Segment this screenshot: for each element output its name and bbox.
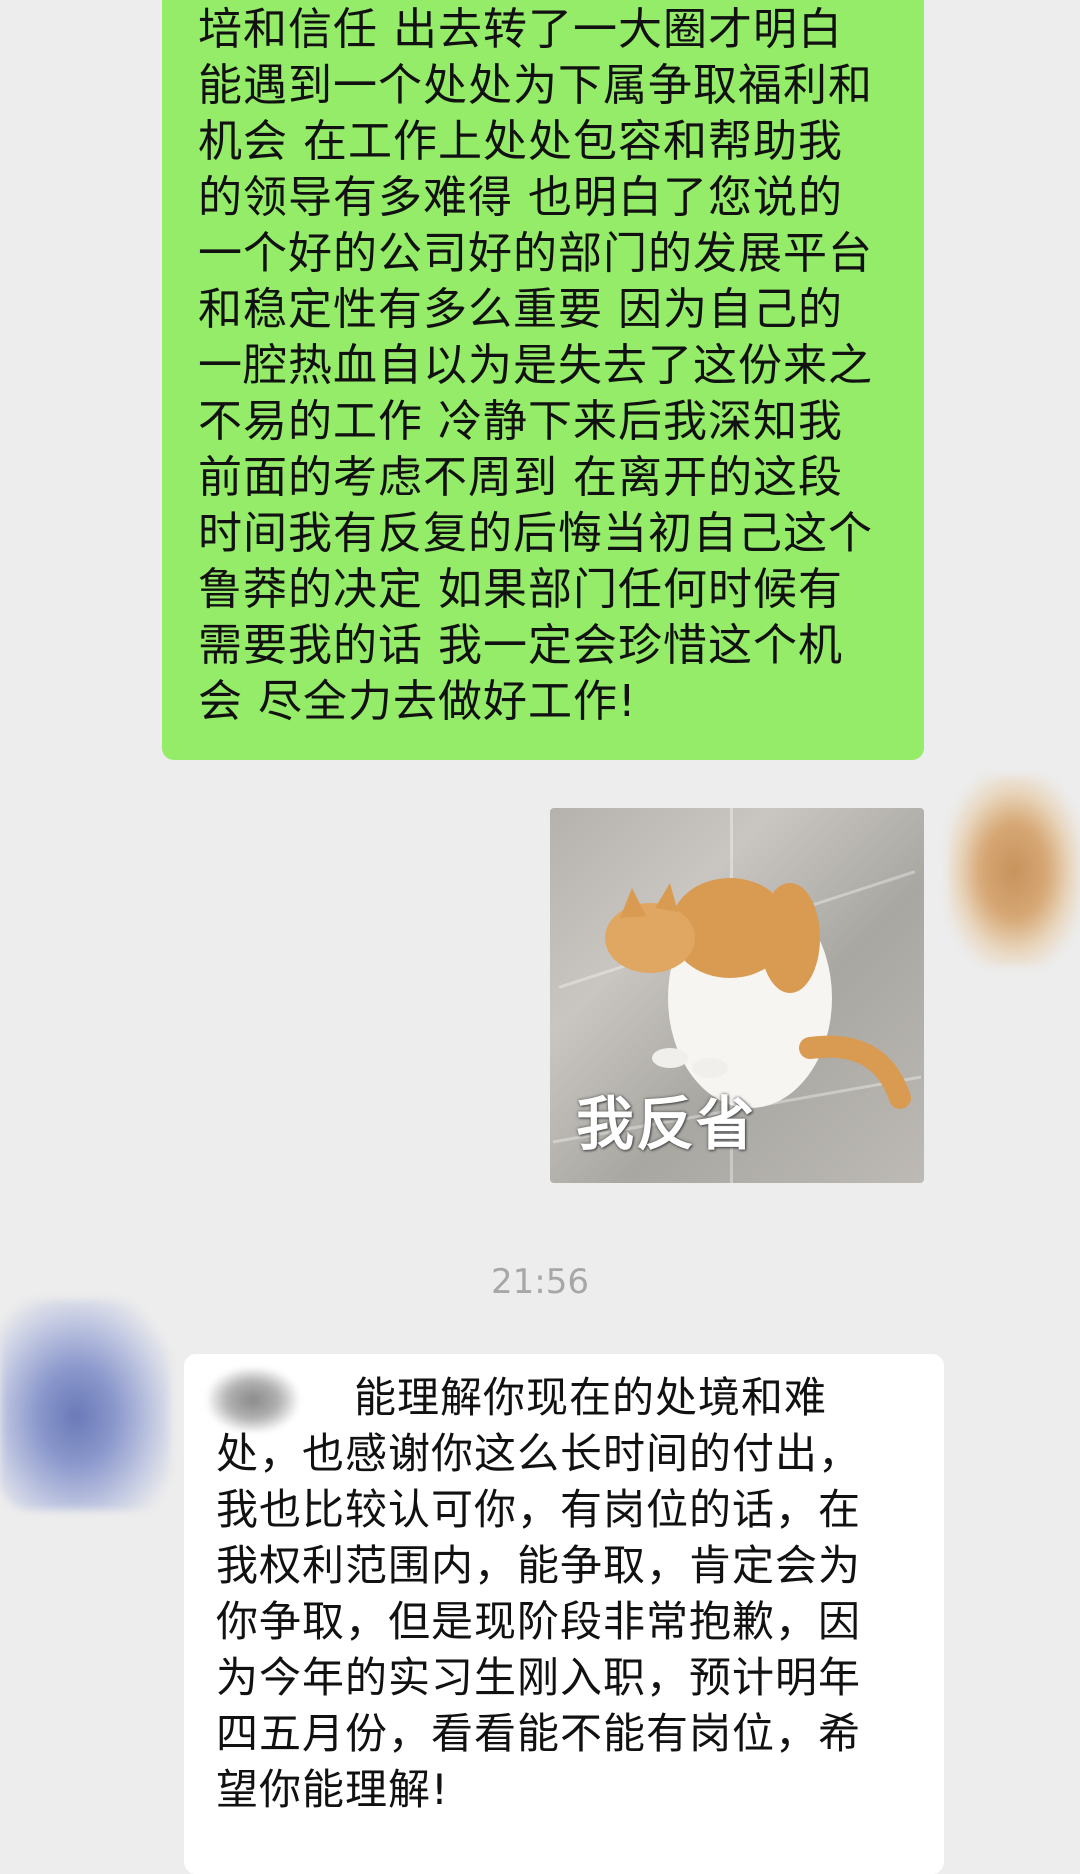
- chat-view: 培和信任 出去转了一大圈才明白 能遇到一个处处为下属争取福利和 机会 在工作上处…: [0, 0, 1080, 1874]
- message-line: 我权利范围内，能争取，肯定会为: [216, 1541, 862, 1590]
- message-line: 一腔热血自以为是失去了这份来之: [198, 340, 873, 391]
- message-line: 培和信任 出去转了一大圈才明白: [198, 4, 843, 55]
- message-line: 机会 在工作上处处包容和帮助我: [198, 116, 843, 167]
- message-line: 处，也感谢你这么长时间的付出，: [216, 1429, 862, 1478]
- message-line: 一个好的公司好的部门的发展平台: [198, 228, 873, 279]
- cat-sticker-image[interactable]: 我反省: [550, 808, 924, 1183]
- sticker-caption: 我反省: [576, 1090, 757, 1158]
- message-line: 前面的考虑不周到 在离开的这段: [198, 452, 843, 503]
- message-line: 四五月份，看看能不能有岗位，希: [216, 1709, 862, 1758]
- message-line: 会 尽全力去做好工作!: [198, 676, 637, 727]
- message-line: 能遇到一个处处为下属争取福利和: [198, 60, 873, 111]
- received-message-bubble[interactable]: 能理解你现在的处境和难 处，也感谢你这么长时间的付出， 我也比较认可你，有岗位的…: [184, 1354, 944, 1874]
- sender-avatar[interactable]: [948, 776, 1080, 966]
- message-line: 和稳定性有多么重要 因为自己的: [198, 284, 843, 335]
- message-line: 能理解你现在的处境和难: [354, 1373, 828, 1422]
- message-timestamp: 21:56: [491, 1262, 589, 1302]
- message-line: 需要我的话 我一定会珍惜这个机: [198, 620, 843, 671]
- message-line: 不易的工作 冷静下来后我深知我: [198, 396, 843, 447]
- message-line: 的领导有多难得 也明白了您说的: [198, 172, 843, 223]
- contact-avatar[interactable]: [0, 1300, 170, 1510]
- message-line: 时间我有反复的后悔当初自己这个: [198, 508, 873, 559]
- message-line: 望你能理解!: [216, 1765, 449, 1814]
- message-line: 鲁莽的决定 如果部门任何时候有: [198, 564, 843, 615]
- message-line: 我也比较认可你，有岗位的话，在: [216, 1485, 862, 1534]
- message-line: 为今年的实习生刚入职，预计明年: [216, 1653, 862, 1702]
- sent-message-bubble[interactable]: 培和信任 出去转了一大圈才明白 能遇到一个处处为下属争取福利和 机会 在工作上处…: [162, 0, 924, 760]
- message-line: 你争取，但是现阶段非常抱歉，因: [216, 1597, 862, 1646]
- redacted-name: [208, 1368, 298, 1432]
